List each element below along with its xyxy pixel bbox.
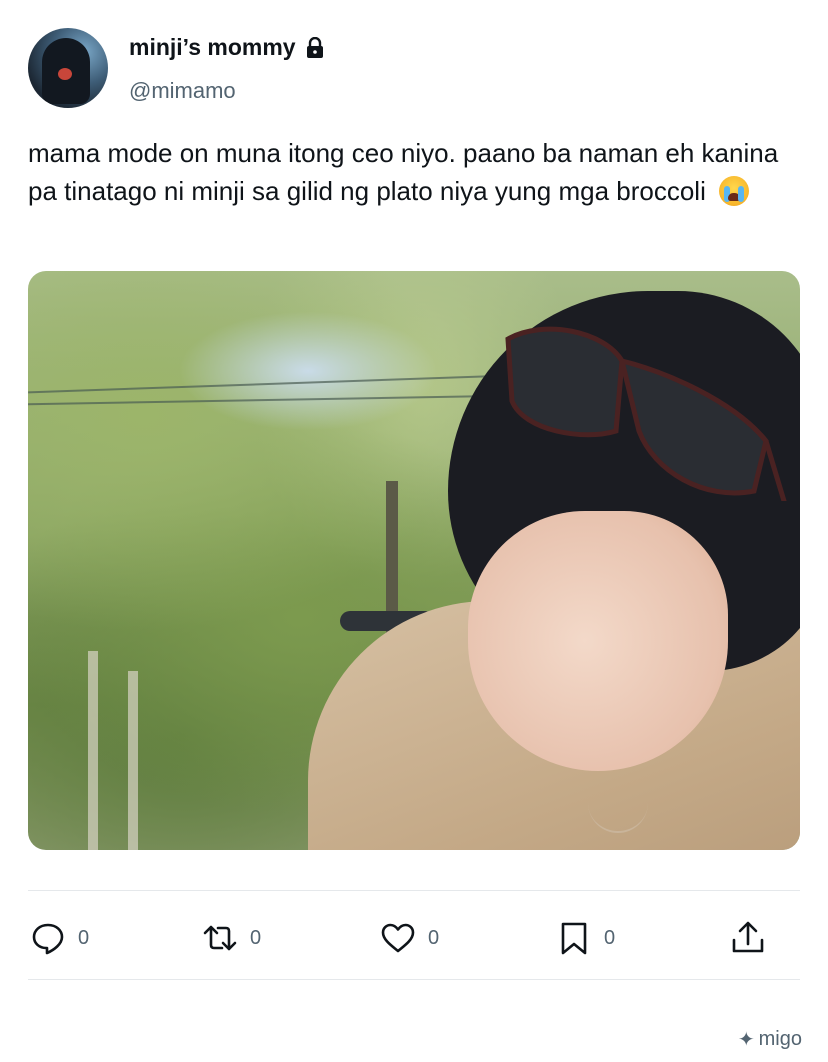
photo-trunk: [88, 651, 98, 850]
watermark-text: migo: [758, 1028, 802, 1050]
divider: [28, 979, 800, 980]
share-icon: [732, 921, 764, 953]
tweet-photo[interactable]: [28, 271, 800, 850]
loudly-crying-face-icon: [719, 176, 750, 206]
retweet-count: 0: [250, 926, 262, 949]
display-name[interactable]: minji’s mommy: [129, 34, 296, 61]
avatar-detail: [58, 68, 72, 80]
lock-icon: [306, 36, 323, 58]
reply-button[interactable]: 0: [30, 918, 89, 958]
watermark: ✦ migo: [738, 1027, 802, 1052]
photo-sky: [178, 311, 438, 431]
bookmark-button[interactable]: 0: [556, 918, 615, 958]
tweet-text: mama mode on muna itong ceo niyo. paano …: [28, 134, 808, 210]
bookmark-icon: [561, 922, 587, 955]
avatar[interactable]: [28, 28, 108, 108]
reply-icon: [32, 923, 64, 955]
name-row: minji’s mommy: [129, 34, 324, 61]
like-count: 0: [428, 926, 440, 949]
user-handle[interactable]: @mimamo: [129, 78, 236, 104]
reply-count: 0: [78, 926, 90, 949]
retweet-button[interactable]: 0: [202, 918, 261, 958]
photo-trunk: [128, 671, 138, 850]
share-button[interactable]: [730, 918, 766, 958]
sparkle-icon: ✦: [737, 1029, 755, 1051]
heart-icon: [381, 923, 415, 953]
bookmark-count: 0: [604, 926, 616, 949]
photo-person-face: [468, 511, 728, 771]
divider: [28, 890, 800, 891]
like-button[interactable]: 0: [380, 918, 439, 958]
retweet-icon: [203, 925, 237, 951]
sunglasses-shape: [505, 326, 787, 501]
tweet-body: mama mode on muna itong ceo niyo. paano …: [28, 138, 779, 206]
